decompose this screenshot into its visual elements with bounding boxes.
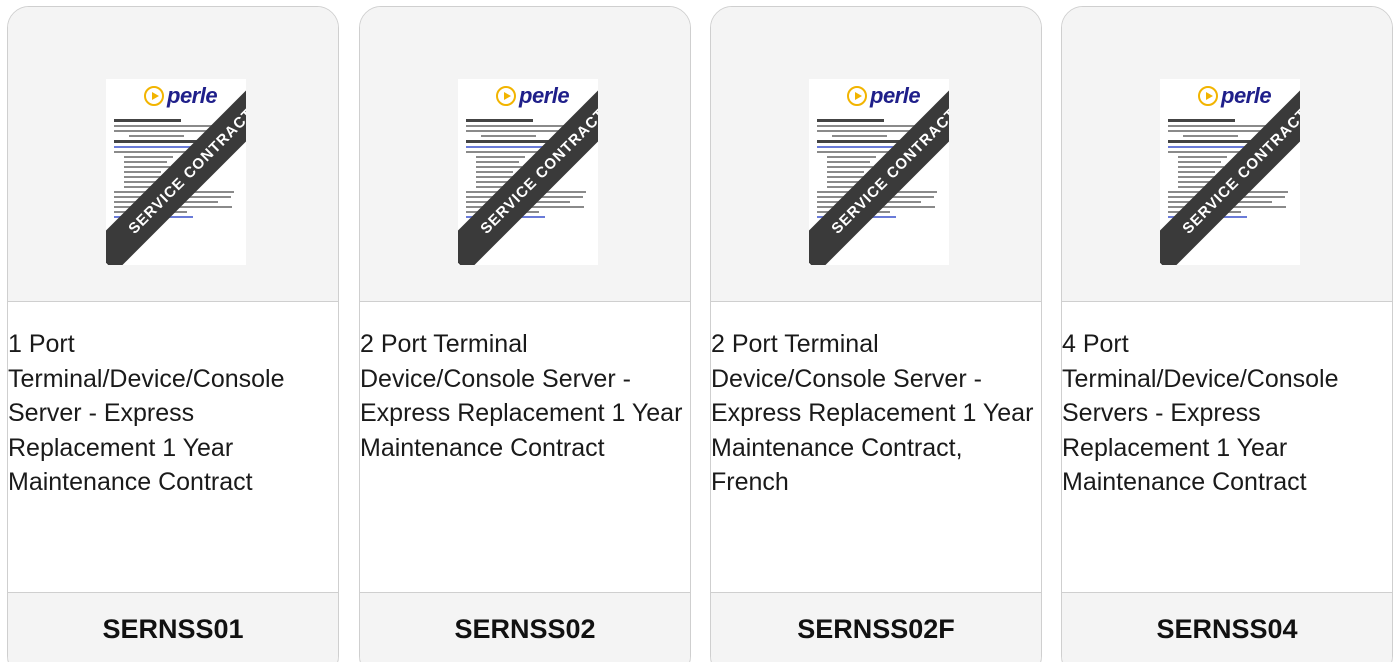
document-preview-image: perle SERVICE CONTRACT — [809, 79, 949, 265]
product-card-sernss02[interactable]: perle SERVICE CONTRACT 2 Port Terminal D… — [359, 6, 691, 662]
product-thumbnail[interactable]: perle SERVICE CONTRACT — [1062, 7, 1392, 302]
logo-text: perle — [1221, 83, 1272, 108]
product-thumbnail[interactable]: perle SERVICE CONTRACT — [711, 7, 1041, 302]
product-thumbnail[interactable]: perle SERVICE CONTRACT — [8, 7, 338, 302]
sku-bar: SERNSS01 — [8, 592, 338, 662]
product-card-sernss02f[interactable]: perle SERVICE CONTRACT 2 Port Terminal D… — [710, 6, 1042, 662]
product-thumbnail[interactable]: perle SERVICE CONTRACT — [360, 7, 690, 302]
document-preview-image: perle SERVICE CONTRACT — [1160, 79, 1300, 265]
perle-logo-icon — [847, 86, 867, 106]
sku-bar: SERNSS02 — [360, 592, 690, 662]
logo-text: perle — [167, 83, 218, 108]
product-description[interactable]: 4 Port Terminal/Device/Console Servers -… — [1062, 327, 1386, 589]
logo-text: perle — [519, 83, 570, 108]
document-preview-image: perle SERVICE CONTRACT — [106, 79, 246, 265]
perle-logo: perle — [496, 83, 570, 108]
product-sku[interactable]: SERNSS04 — [1062, 614, 1392, 645]
logo-text: perle — [870, 83, 921, 108]
product-description[interactable]: 2 Port Terminal Device/Console Server - … — [360, 327, 684, 589]
product-description[interactable]: 1 Port Terminal/Device/Console Server - … — [8, 327, 332, 589]
perle-logo-icon — [496, 86, 516, 106]
document-preview-image: perle SERVICE CONTRACT — [458, 79, 598, 265]
perle-logo-icon — [144, 86, 164, 106]
product-sku[interactable]: SERNSS01 — [8, 614, 338, 645]
sku-bar: SERNSS04 — [1062, 592, 1392, 662]
sku-bar: SERNSS02F — [711, 592, 1041, 662]
product-sku[interactable]: SERNSS02F — [711, 614, 1041, 645]
perle-logo: perle — [847, 83, 921, 108]
perle-logo: perle — [144, 83, 218, 108]
product-card-sernss04[interactable]: perle SERVICE CONTRACT 4 Port Terminal/D… — [1061, 6, 1393, 662]
perle-logo: perle — [1198, 83, 1272, 108]
product-card-sernss01[interactable]: perle SERVICE CONTRACT 1 Port Terminal/D… — [7, 6, 339, 662]
perle-logo-icon — [1198, 86, 1218, 106]
product-description[interactable]: 2 Port Terminal Device/Console Server - … — [711, 327, 1035, 589]
product-sku[interactable]: SERNSS02 — [360, 614, 690, 645]
product-grid: perle SERVICE CONTRACT 1 Port Terminal/D… — [0, 0, 1400, 662]
